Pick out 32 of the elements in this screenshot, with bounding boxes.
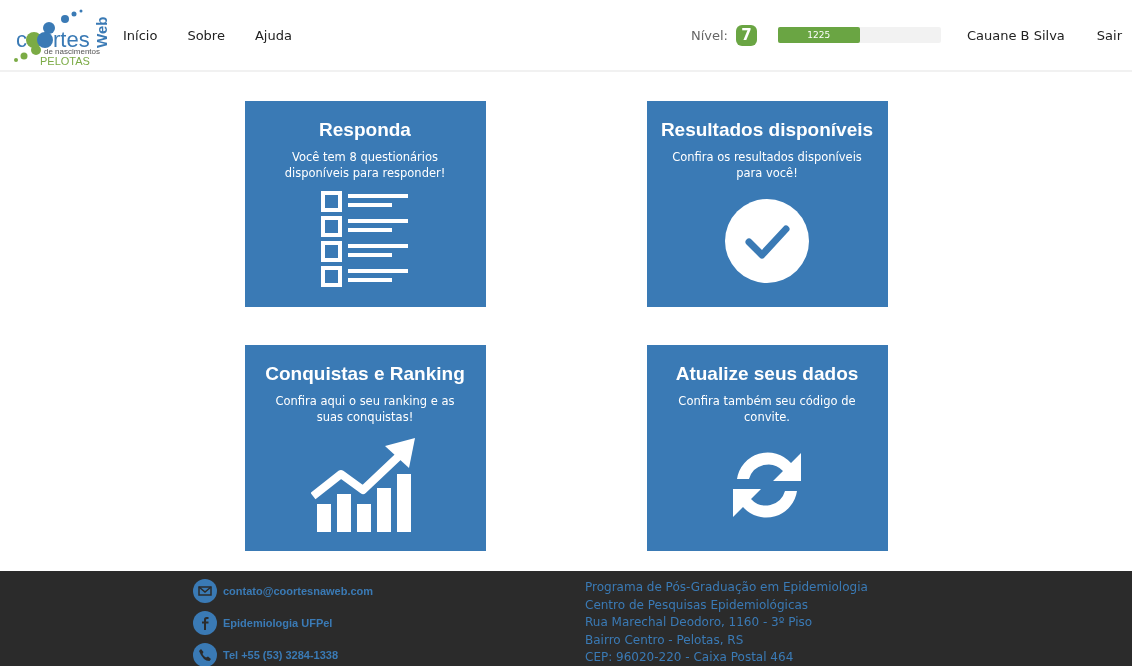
- logo-city: PELOTAS: [40, 56, 90, 67]
- card-title: Atualize seus dados: [675, 362, 859, 385]
- points-reading: 1225: [807, 30, 831, 40]
- card-description: Confira aqui o seu ranking e as suas conquistas!: [274, 392, 456, 425]
- logo-subtitle: de nascimentos: [44, 48, 101, 56]
- card-title: Conquistas e Ranking: [265, 362, 465, 385]
- nav-link[interactable]: Início: [123, 27, 158, 43]
- card-title: Responda: [319, 119, 411, 141]
- address-line: Centro de Pesquisas Epidemiológicas: [585, 596, 810, 614]
- logo-text: c: [16, 29, 27, 51]
- level-label: Nível:: [690, 27, 728, 43]
- level-badge: 7: [736, 24, 757, 46]
- dashboard-card[interactable]: Responda Você tem 8 questionários disponíveis para responder!: [244, 101, 486, 307]
- contact-text: Tel +55 (53) 3284-1338: [223, 649, 339, 661]
- card-description: Confira também seu código de convite.: [677, 392, 857, 425]
- logout-link[interactable]: Sair: [1096, 27, 1122, 43]
- card-title: Resultados disponíveis: [660, 119, 874, 141]
- nav-link[interactable]: Ajuda: [254, 27, 292, 43]
- card-description: Confira os resultados disponíveis para você!: [671, 149, 863, 181]
- dashboard-card[interactable]: Resultados disponíveis Confira os resultados disponíveis para você!: [646, 101, 888, 307]
- user-name-link[interactable]: Cauane B Silva: [967, 27, 1065, 43]
- nav-link[interactable]: Sobre: [187, 27, 225, 43]
- address-line: Programa de Pós-Graduação em Epidemiologia: [585, 579, 868, 596]
- dashboard-card[interactable]: Conquistas e Ranking Confira aqui o seu ranking e as suas conquistas!: [244, 344, 486, 551]
- contact-text: Epidemiologia UFPel: [223, 617, 333, 629]
- address-line: CEP: 96020-220 - Caixa Postal 464: [585, 649, 795, 666]
- card-description: Você tem 8 questionários disponíveis para responder!: [283, 149, 447, 181]
- address-line: Rua Marechal Deodoro, 1160 - 3º Piso: [585, 614, 814, 631]
- contact-text: contato@coortesnaweb.com: [223, 585, 374, 597]
- logo-web-text: Web: [94, 16, 109, 48]
- dashboard-card[interactable]: Atualize seus dados Confira também seu código de convite.: [646, 344, 888, 551]
- address-line: Bairro Centro - Pelotas, RS: [585, 631, 745, 649]
